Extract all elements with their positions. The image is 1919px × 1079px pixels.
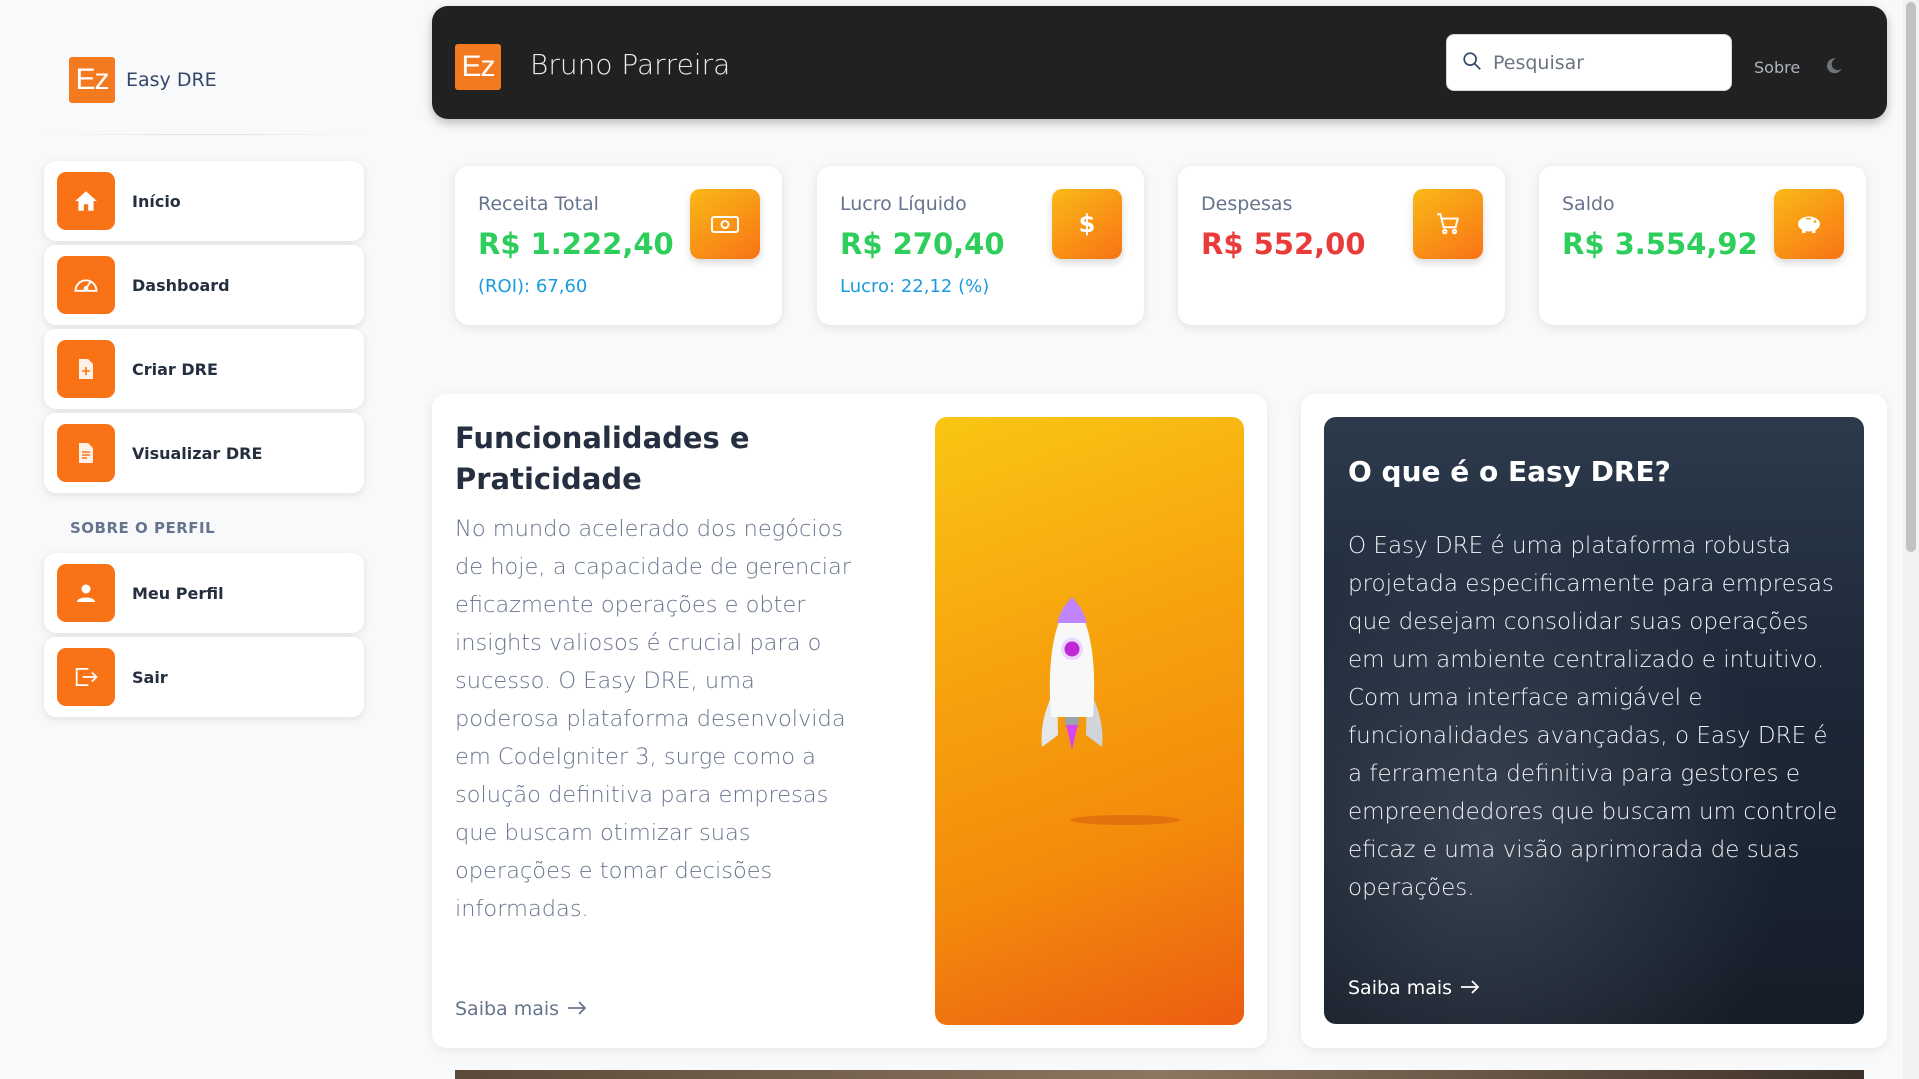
- arrow-right-icon: [1460, 977, 1480, 999]
- stat-title: Saldo: [1562, 193, 1615, 215]
- brand-logo: Ez: [69, 57, 115, 103]
- sidebar-item-label: Meu Perfil: [132, 583, 224, 603]
- saiba-mais-label: Saiba mais: [455, 998, 560, 1020]
- feature-text: No mundo acelerado dos negócios de hoje,…: [455, 516, 851, 922]
- topbar-logo[interactable]: Ez: [455, 44, 501, 90]
- user-icon: [57, 564, 115, 622]
- stat-card-despesas: Despesas R$ 552,00: [1178, 166, 1505, 325]
- sidebar-item-label: Visualizar DRE: [132, 443, 263, 463]
- sidebar-divider: [44, 134, 364, 135]
- money-icon: [690, 189, 760, 259]
- brand-name: Easy DRE: [126, 69, 217, 91]
- topbar: Ez Bruno Parreira Sobre: [432, 6, 1887, 119]
- stat-card-lucro: Lucro Líquido R$ 270,40 Lucro: 22,12 (%)…: [817, 166, 1144, 325]
- about-title: O que é o Easy DRE?: [1348, 455, 1671, 488]
- file-text-icon: [57, 424, 115, 482]
- stat-value: R$ 1.222,40: [478, 227, 674, 261]
- feature-title: Funcionalidades e Praticidade: [455, 421, 750, 496]
- saiba-mais-label: Saiba mais: [1348, 977, 1453, 999]
- stat-value: R$ 270,40: [840, 227, 1005, 261]
- about-saiba-mais-link[interactable]: Saiba mais: [1348, 977, 1480, 999]
- sidebar-item-dashboard[interactable]: Dashboard: [44, 245, 364, 325]
- arrow-right-icon: [567, 998, 587, 1020]
- about-card: O que é o Easy DRE? O Easy DRE é uma pla…: [1301, 394, 1887, 1048]
- section-title-profile: SOBRE O PERFIL: [70, 519, 216, 537]
- feature-card: Funcionalidades e Praticidade No mundo a…: [432, 394, 1267, 1048]
- sidebar-item-label: Sair: [132, 667, 168, 687]
- next-card-preview: [455, 1070, 1864, 1079]
- sidebar-item-label: Início: [132, 191, 181, 211]
- sidebar-item-sair[interactable]: Sair: [44, 637, 364, 717]
- rocket-icon: [1041, 597, 1180, 825]
- search-icon: [1461, 50, 1483, 76]
- about-link[interactable]: Sobre: [1754, 58, 1800, 77]
- stat-value: R$ 3.554,92: [1562, 227, 1758, 261]
- cart-icon: [1413, 189, 1483, 259]
- search-box[interactable]: [1446, 34, 1732, 91]
- sidebar-item-label: Dashboard: [132, 275, 230, 295]
- sidebar-item-label: Criar DRE: [132, 359, 218, 379]
- user-name: Bruno Parreira: [530, 48, 731, 81]
- stat-value: R$ 552,00: [1201, 227, 1366, 261]
- search-input[interactable]: [1493, 51, 1723, 74]
- scrollbar-thumb[interactable]: [1906, 2, 1916, 552]
- sidebar-item-inicio[interactable]: Início: [44, 161, 364, 241]
- file-add-icon: [57, 340, 115, 398]
- sidebar-item-criar-dre[interactable]: Criar DRE: [44, 329, 364, 409]
- feature-saiba-mais-link[interactable]: Saiba mais: [455, 998, 587, 1020]
- about-panel: O que é o Easy DRE? O Easy DRE é uma pla…: [1324, 417, 1864, 1024]
- stat-card-receita: Receita Total R$ 1.222,40 (ROI): 67,60: [455, 166, 782, 325]
- piggy-bank-icon: [1774, 189, 1844, 259]
- moon-icon[interactable]: [1824, 56, 1844, 80]
- rocket-illustration-panel: [935, 417, 1244, 1025]
- dollar-icon: $: [1052, 189, 1122, 259]
- sidebar-nav: Início Dashboard Criar DRE Visualizar DR…: [44, 161, 364, 717]
- about-text: O Easy DRE é uma plataforma robusta proj…: [1348, 533, 1838, 901]
- stat-title: Lucro Líquido: [840, 193, 967, 215]
- sidebar: Ez Easy DRE Início Dashboard Criar DRE V…: [44, 40, 364, 721]
- sidebar-item-visualizar-dre[interactable]: Visualizar DRE: [44, 413, 364, 493]
- speedometer-icon: [57, 256, 115, 314]
- stat-card-saldo: Saldo R$ 3.554,92: [1539, 166, 1866, 325]
- stat-title: Despesas: [1201, 193, 1293, 215]
- home-icon: [57, 172, 115, 230]
- stat-sub: (ROI): 67,60: [478, 276, 588, 297]
- stat-title: Receita Total: [478, 193, 599, 215]
- logout-icon: [57, 648, 115, 706]
- stat-sub: Lucro: 22,12 (%): [840, 276, 990, 297]
- sidebar-item-meu-perfil[interactable]: Meu Perfil: [44, 553, 364, 633]
- brand[interactable]: Ez Easy DRE: [44, 40, 364, 120]
- page-scrollbar[interactable]: [1903, 0, 1919, 1079]
